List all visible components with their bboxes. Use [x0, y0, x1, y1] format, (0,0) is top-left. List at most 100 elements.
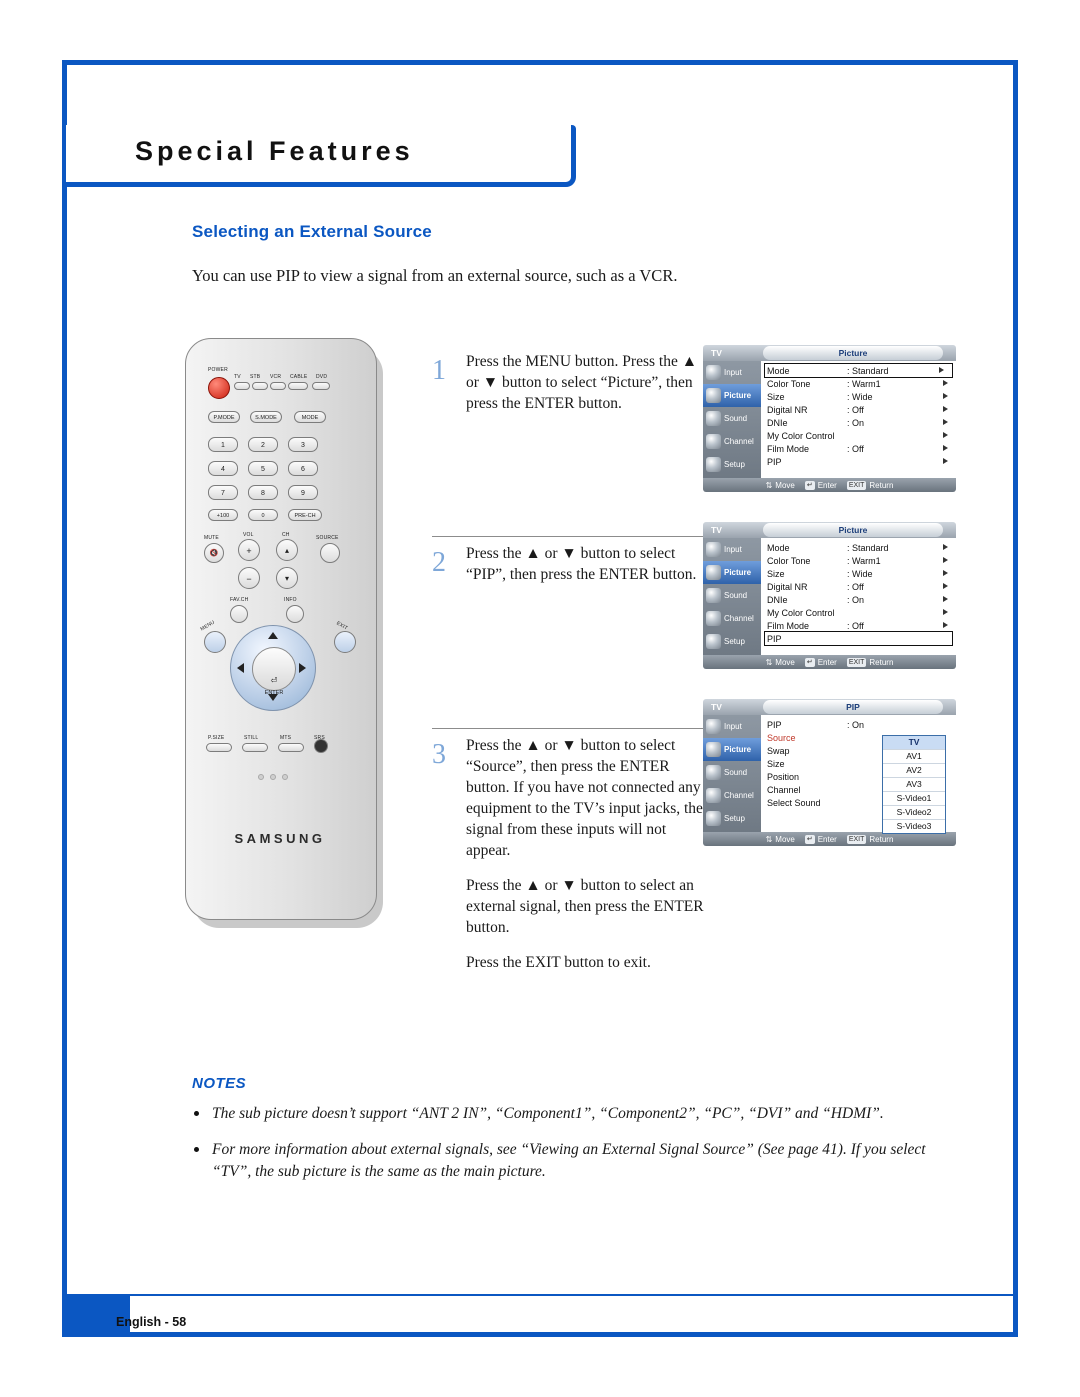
osd3-sidebar-item-sound[interactable]: Sound — [703, 761, 761, 784]
remote-dpad-left-icon[interactable] — [237, 663, 244, 673]
remote-vol-down-button[interactable]: − — [238, 567, 260, 589]
remote-device-button-cable[interactable] — [288, 382, 308, 390]
osd3-sidebar-item-picture[interactable]: Picture — [703, 738, 761, 761]
remote-smode-button[interactable]: S.MODE — [250, 411, 282, 423]
osd3-source-option-svideo1[interactable]: S-Video1 — [883, 792, 945, 806]
chevron-right-icon — [943, 380, 948, 386]
osd2-row-color-tone[interactable]: Color Tone: Warm1 — [761, 554, 956, 567]
remote-still-button[interactable] — [242, 743, 268, 752]
remote-pmode-button[interactable]: P.MODE — [208, 411, 240, 423]
osd3-sidebar-item-setup[interactable]: Setup — [703, 807, 761, 830]
osd2-row-digital-nr[interactable]: Digital NR: Off — [761, 580, 956, 593]
remote-key-3[interactable]: 3 — [288, 437, 318, 452]
osd3-row-pip[interactable]: PIP: On — [761, 718, 956, 731]
remote-vol-up-button[interactable]: + — [238, 539, 260, 561]
remote-control-illustration: POWER TV STB VCR CABLE DVD P.MODE S.MODE… — [185, 338, 390, 938]
osd3-source-option-svideo3[interactable]: S-Video3 — [883, 820, 945, 833]
remote-key-prech[interactable]: PRE-CH — [288, 509, 322, 521]
remote-ch-down-button[interactable]: ▾ — [276, 567, 298, 589]
osd2-row-mode[interactable]: Mode: Standard — [761, 541, 956, 554]
osd1-sidebar-label-picture: Picture — [724, 391, 752, 400]
remote-key-2[interactable]: 2 — [248, 437, 278, 452]
remote-key-6[interactable]: 6 — [288, 461, 318, 476]
remote-key-8[interactable]: 8 — [248, 485, 278, 500]
remote-device-button-stb[interactable] — [252, 382, 268, 390]
osd1-sidebar-item-channel[interactable]: Channel — [703, 430, 761, 453]
chevron-right-icon — [943, 596, 948, 602]
osd2-row-pip[interactable]: PIP — [764, 631, 953, 646]
remote-info-button[interactable] — [286, 605, 304, 623]
remote-key-0[interactable]: 0 — [248, 509, 278, 521]
osd1-sidebar-item-setup[interactable]: Setup — [703, 453, 761, 476]
osd1-row-digital-nr[interactable]: Digital NR: Off — [761, 403, 956, 416]
osd1-sidebar-item-input[interactable]: Input — [703, 361, 761, 384]
step-3-text: Press the ▲ or ▼ button to select “Sourc… — [466, 737, 703, 859]
osd2-row-dnie[interactable]: DNIe: On — [761, 593, 956, 606]
osd-pip-menu: TV PIP Input Picture Sound Channel Setup… — [703, 699, 956, 846]
osd1-row-dnie[interactable]: DNIe: On — [761, 416, 956, 429]
remote-device-button-vcr[interactable] — [270, 382, 286, 390]
osd2-row-film-mode[interactable]: Film Mode: Off — [761, 619, 956, 632]
osd3-sidebar-item-input[interactable]: Input — [703, 715, 761, 738]
step-1-number: 1 — [432, 355, 446, 386]
osd3-source-list[interactable]: TV AV1 AV2 AV3 S-Video1 S-Video2 S-Video… — [882, 735, 946, 834]
remote-key-plus100[interactable]: +100 — [208, 509, 238, 521]
osd3-source-option-svideo2[interactable]: S-Video2 — [883, 806, 945, 820]
remote-mts-button[interactable] — [278, 743, 304, 752]
remote-srs-button[interactable] — [314, 739, 328, 753]
remote-brand-logo: SAMSUNG — [234, 831, 326, 846]
remote-key-4[interactable]: 4 — [208, 461, 238, 476]
osd1-row-mode[interactable]: Mode: Standard — [764, 363, 953, 378]
osd3-source-option-tv[interactable]: TV — [883, 736, 945, 750]
remote-mode-button[interactable]: MODE — [294, 411, 326, 423]
exit-key-icon: EXIT — [846, 834, 867, 844]
remote-device-button-tv[interactable] — [234, 382, 250, 390]
remote-dpad-right-icon[interactable] — [299, 663, 306, 673]
remote-ch-label: CH — [282, 532, 290, 538]
footer-page-number: English - 58 — [116, 1315, 187, 1329]
remote-favch-button[interactable] — [230, 605, 248, 623]
remote-mute-button[interactable]: 🔇 — [204, 543, 224, 563]
remote-key-5[interactable]: 5 — [248, 461, 278, 476]
remote-psize-label: P.SIZE — [208, 735, 225, 741]
remote-ch-up-button[interactable]: ▴ — [276, 539, 298, 561]
osd3-source-option-av3[interactable]: AV3 — [883, 778, 945, 792]
remote-psize-button[interactable] — [206, 743, 232, 752]
enter-key-icon: ↵ — [804, 480, 815, 490]
step-2-number: 2 — [432, 547, 446, 578]
osd1-sidebar-item-sound[interactable]: Sound — [703, 407, 761, 430]
osd3-tv-label: TV — [711, 702, 722, 712]
remote-key-7[interactable]: 7 — [208, 485, 238, 500]
osd2-sidebar-item-channel[interactable]: Channel — [703, 607, 761, 630]
osd2-row-my-color-control[interactable]: My Color Control — [761, 606, 956, 619]
remote-menu-button[interactable] — [204, 631, 226, 653]
osd2-sidebar-label-picture: Picture — [724, 568, 752, 577]
remote-dpad-up-icon[interactable] — [268, 632, 278, 639]
osd1-row-color-tone[interactable]: Color Tone: Warm1 — [761, 377, 956, 390]
osd3-sidebar-item-channel[interactable]: Channel — [703, 784, 761, 807]
remote-key-9[interactable]: 9 — [288, 485, 318, 500]
osd2-sidebar-item-input[interactable]: Input — [703, 538, 761, 561]
osd1-sidebar-item-picture[interactable]: Picture — [703, 384, 761, 407]
osd1-row-film-mode[interactable]: Film Mode: Off — [761, 442, 956, 455]
osd2-sidebar-label-setup: Setup — [724, 637, 745, 646]
picture-icon — [706, 565, 721, 580]
remote-source-button[interactable] — [320, 543, 340, 563]
osd2-sidebar-item-picture[interactable]: Picture — [703, 561, 761, 584]
osd1-row-my-color-control[interactable]: My Color Control — [761, 429, 956, 442]
osd3-source-option-av2[interactable]: AV2 — [883, 764, 945, 778]
remote-key-1[interactable]: 1 — [208, 437, 238, 452]
remote-exit-button[interactable] — [334, 631, 356, 653]
osd2-row-size[interactable]: Size: Wide — [761, 567, 956, 580]
setup-icon — [706, 457, 721, 472]
chevron-right-icon — [943, 419, 948, 425]
osd1-row-size[interactable]: Size: Wide — [761, 390, 956, 403]
remote-dpad[interactable]: ENTER ⏎ — [230, 625, 316, 711]
remote-device-button-dvd[interactable] — [312, 382, 330, 390]
osd3-source-option-av1[interactable]: AV1 — [883, 750, 945, 764]
osd2-sidebar-item-sound[interactable]: Sound — [703, 584, 761, 607]
osd1-row-pip[interactable]: PIP — [761, 455, 956, 468]
osd2-sidebar-item-setup[interactable]: Setup — [703, 630, 761, 653]
remote-enter-button[interactable]: ENTER ⏎ — [252, 647, 296, 696]
remote-power-button[interactable] — [208, 377, 230, 399]
